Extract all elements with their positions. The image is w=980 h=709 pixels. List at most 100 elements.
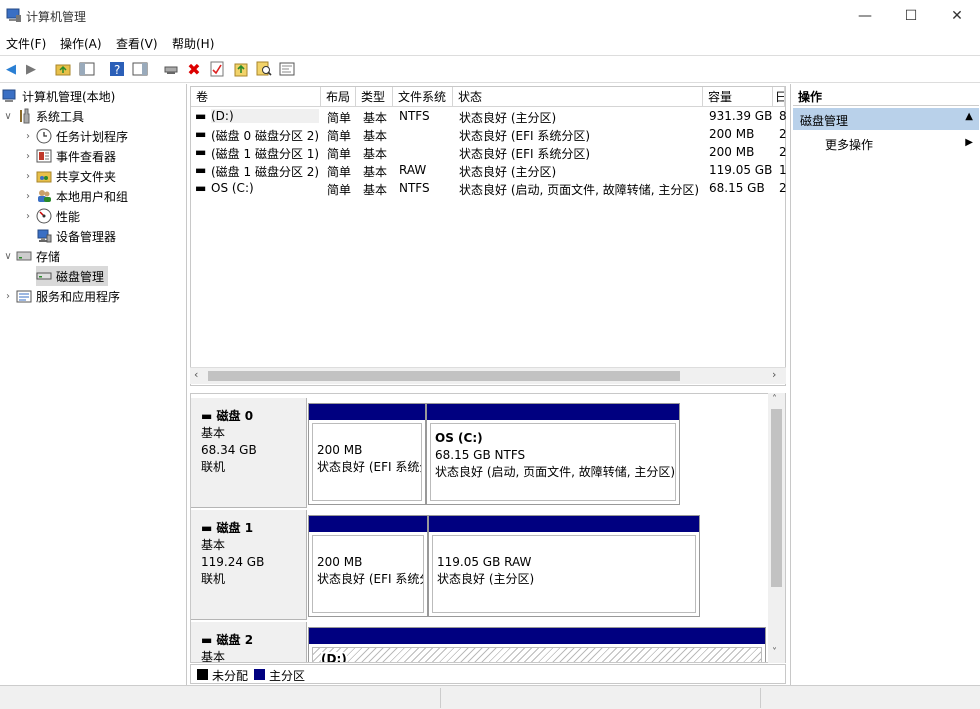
chevron-down-icon[interactable]: ∨ [2,111,14,122]
chevron-right-icon[interactable]: › [22,171,34,182]
table-row[interactable]: ▬ (D:) 简单 基本 NTFS 状态良好 (主分区) 931.39 GB 8 [191,108,787,126]
svg-text:?: ? [114,63,120,77]
cell-type: 基本 [363,147,388,161]
volume-icon: ▬ [195,163,207,177]
tree-item-root[interactable]: 计算机管理(本地) [2,86,115,106]
cell-volume: (D:) [211,109,319,123]
computer-management-icon [6,8,21,22]
column-header-filesystem[interactable]: 文件系统 [393,87,453,107]
chevron-right-icon[interactable]: › [22,191,34,202]
tree-item-services-apps[interactable]: › 服务和应用程序 [2,286,120,306]
column-header-type[interactable]: 类型 [356,87,393,107]
tree-item-performance[interactable]: › 性能 [22,206,80,226]
menu-file[interactable]: 文件(F) [6,35,46,52]
close-button[interactable]: ✕ [934,0,980,32]
chevron-right-icon[interactable]: › [22,211,34,222]
tree-item-device-manager[interactable]: 设备管理器 [36,226,116,246]
disk-2-partition-d[interactable]: (D:) [308,627,766,662]
horizontal-scrollbar[interactable]: ‹ › [190,367,786,384]
column-header-extra[interactable]: 日 [773,87,785,107]
horizontal-scroll-thumb[interactable] [208,371,680,381]
vertical-scrollbar[interactable]: ˄ ˅ [768,393,785,663]
tree-item-disk-management[interactable]: 磁盘管理 [36,266,109,286]
cell-volume: (磁盘 0 磁盘分区 2) [211,129,320,143]
cell-filesystem: NTFS [399,109,430,123]
tree-item-local-users[interactable]: › 本地用户和组 [22,186,128,206]
scroll-right-icon[interactable]: › [772,368,776,381]
actions-pane: 操作 磁盘管理 ▲ 更多操作 ▶ [790,84,980,685]
disk-1-partition-raw[interactable]: 119.05 GB RAW 状态良好 (主分区) [428,515,700,617]
volume-list: 卷 布局 类型 文件系统 状态 容量 日 ▬ (D:) 简单 基本 NTFS 状… [190,86,787,386]
tree-item-task-scheduler[interactable]: › 任务计划程序 [22,126,128,146]
disk-1-type: 基本 [201,538,226,552]
column-header-status[interactable]: 状态 [453,87,703,107]
scroll-up-icon[interactable]: ˄ [772,394,777,405]
primary-partition-bar [309,516,427,532]
clock-icon [36,128,52,144]
show-hide-tree-icon[interactable] [78,60,96,78]
tree-item-system-tools[interactable]: ∨ 系统工具 [2,106,84,126]
vertical-scroll-thumb[interactable] [771,409,782,587]
show-hide-action-pane-icon[interactable] [131,60,149,78]
disk-0-label[interactable]: ▬ 磁盘 0 基本 68.34 GB 联机 [191,398,307,508]
maximize-button[interactable]: ☐ [888,0,934,32]
help-icon[interactable]: ? [108,60,126,78]
back-icon[interactable]: ◀ [2,60,20,78]
scroll-left-icon[interactable]: ‹ [194,368,198,381]
console-icon[interactable] [278,60,296,78]
more-actions-item[interactable]: 更多操作 ▶ [793,134,979,154]
column-header-capacity[interactable]: 容量 [703,87,773,107]
search-icon[interactable] [255,60,273,78]
disk-icon: ▬ [201,521,217,535]
partition-status: 状态良好 (EFI 系统分 [317,460,422,474]
tree-item-event-viewer[interactable]: › 事件查看器 [22,146,116,166]
cell-capacity: 68.15 GB [709,181,765,195]
storage-icon [16,248,32,264]
export-icon[interactable] [232,60,250,78]
disk-0-partition-os[interactable]: OS (C:) 68.15 GB NTFS 状态良好 (启动, 页面文件, 故障… [426,403,680,505]
disk-icon [36,268,52,284]
tree-label-shared-folders: 共享文件夹 [56,169,117,184]
disk-0-type: 基本 [201,426,226,440]
scroll-down-icon[interactable]: ˅ [772,647,777,658]
menu-help[interactable]: 帮助(H) [172,35,214,52]
minimize-button[interactable]: — [842,0,888,32]
cell-capacity: 119.05 GB [709,163,773,177]
chevron-right-icon[interactable]: › [22,131,34,142]
disk-0-partition-efi[interactable]: 200 MB 状态良好 (EFI 系统分 [308,403,426,505]
disk-1-partition-efi[interactable]: 200 MB 状态良好 (EFI 系统分 [308,515,428,617]
table-row[interactable]: ▬ (磁盘 1 磁盘分区 1) 简单 基本 状态良好 (EFI 系统分区) 20… [191,144,787,162]
chevron-down-icon[interactable]: ∨ [2,251,14,262]
primary-swatch [254,669,265,680]
forward-icon[interactable]: ▶ [22,60,40,78]
disk-2-label[interactable]: ▬ 磁盘 2 基本 [191,622,307,662]
tree-label-performance: 性能 [56,209,81,224]
table-row[interactable]: ▬ (磁盘 0 磁盘分区 2) 简单 基本 状态良好 (EFI 系统分区) 20… [191,126,787,144]
cell-extra: 1 [779,163,787,177]
tree-label-local-users: 本地用户和组 [56,189,129,204]
cell-layout: 简单 [327,165,352,179]
disk-2-name: 磁盘 2 [216,633,254,647]
menu-view[interactable]: 查看(V) [116,35,158,52]
cell-capacity: 200 MB [709,127,755,141]
partition-size: 200 MB [317,555,363,569]
table-row[interactable]: ▬ (磁盘 1 磁盘分区 2) 简单 基本 RAW 状态良好 (主分区) 119… [191,162,787,180]
up-folder-icon[interactable] [54,60,72,78]
tree-item-shared-folders[interactable]: › 共享文件夹 [22,166,116,186]
tree-item-storage[interactable]: ∨ 存储 [2,246,60,266]
collapse-up-icon[interactable]: ▲ [965,111,973,122]
properties-icon[interactable] [208,60,226,78]
column-header-layout[interactable]: 布局 [321,87,356,107]
disk-1-label[interactable]: ▬ 磁盘 1 基本 119.24 GB 联机 [191,510,307,620]
delete-icon[interactable]: ✖ [185,60,203,79]
connect-icon[interactable] [162,60,180,78]
toolbar: ◀ ▶ ? ✖ [0,55,980,83]
cell-volume: OS (C:) [211,181,254,195]
chevron-right-icon[interactable]: › [22,151,34,162]
column-header-volume[interactable]: 卷 [191,87,321,107]
chevron-right-icon[interactable]: › [2,291,14,302]
actions-section-disk-management[interactable]: 磁盘管理 ▲ [793,108,979,130]
cell-extra: 2 [779,181,787,195]
menu-action[interactable]: 操作(A) [60,35,102,52]
table-row[interactable]: ▬ OS (C:) 简单 基本 NTFS 状态良好 (启动, 页面文件, 故障转… [191,180,787,198]
